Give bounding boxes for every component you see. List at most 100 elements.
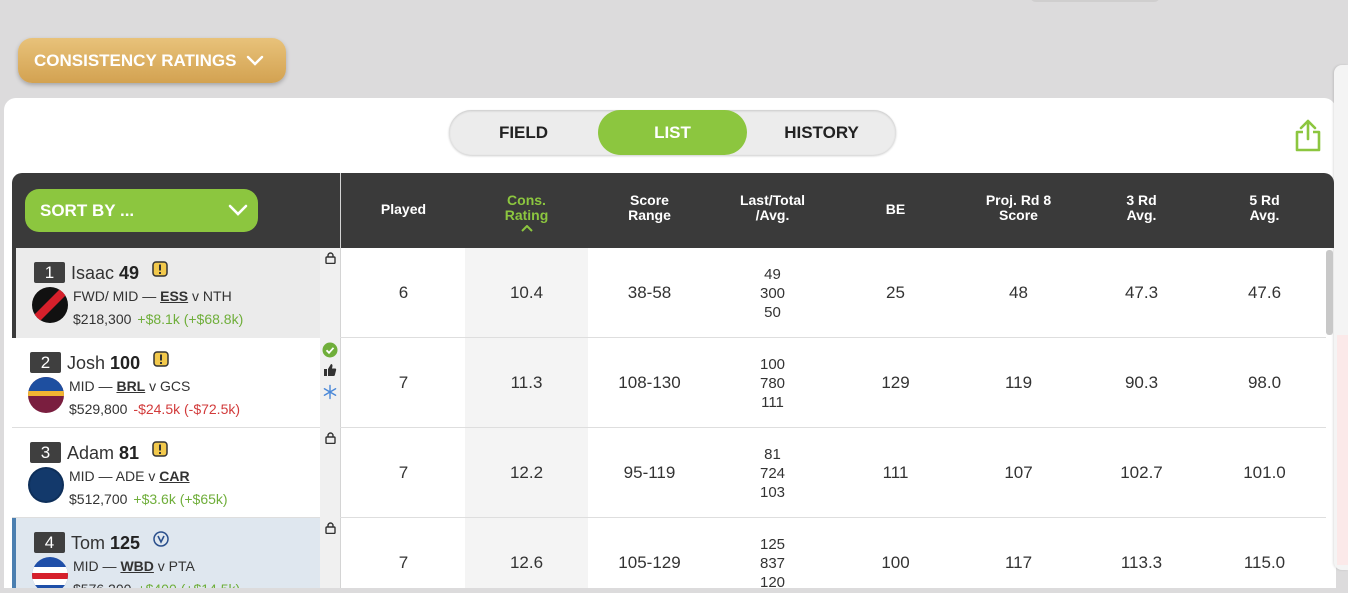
consistency-ratings-label: CONSISTENCY RATINGS: [34, 50, 237, 70]
view-toggle: FIELD LIST HISTORY: [449, 110, 896, 155]
side-panel-highlight: [1337, 335, 1348, 565]
snowflake-icon: [323, 384, 337, 400]
table-row[interactable]: 3 Adam 81 MID — ADE v CAR $512,700 +$3.6k…: [12, 428, 1326, 518]
player-name[interactable]: Adam 81: [67, 441, 168, 464]
vice-captain-icon: [153, 531, 169, 547]
column-header-label: 3 Rd: [1126, 192, 1157, 208]
column-header-label: 5 Rd: [1249, 192, 1280, 208]
opponent: v NTH: [192, 288, 232, 304]
total-score: 724: [759, 464, 786, 482]
avg-score: 103: [759, 483, 786, 501]
table-row[interactable]: 4 Tom 125 MID — WBD v PTA $576,200 +$400 …: [12, 518, 1326, 593]
last-total-avg-cell: 49 300 50: [711, 248, 834, 338]
consistency-ratings-dropdown[interactable]: CONSISTENCY RATINGS: [18, 38, 286, 83]
total-score: 300: [759, 284, 786, 302]
last-score: 100: [759, 355, 786, 373]
price-line: $529,800 -$24.5k (-$72.5k): [69, 401, 240, 417]
column-header-label: BE: [885, 201, 906, 217]
avg5-cell: 101.0: [1243, 463, 1286, 482]
total-score: 837: [759, 554, 786, 572]
score-range-cell: 108-130: [618, 373, 681, 392]
cons-rating-cell: 11.3: [510, 373, 543, 392]
avg3-cell: 113.3: [1120, 553, 1163, 572]
rank-badge: 2: [30, 352, 61, 373]
warning-icon: [153, 351, 169, 367]
player-name[interactable]: Tom 125: [71, 531, 169, 554]
price-line: $218,300 +$8.1k (+$68.8k): [73, 311, 243, 327]
column-header-label: Score: [630, 192, 669, 208]
column-header-label: Avg.: [1126, 207, 1157, 223]
last-score: 81: [764, 445, 781, 463]
played-cell: 7: [398, 553, 409, 572]
team-link[interactable]: ESS: [160, 288, 188, 304]
lock-icon[interactable]: [325, 522, 336, 534]
team-link[interactable]: WBD: [120, 558, 153, 574]
price: $218,300: [73, 311, 132, 327]
share-icon[interactable]: [1294, 118, 1322, 152]
opponent: v PTA: [157, 558, 195, 574]
be-cell: 111: [882, 463, 909, 482]
player-name[interactable]: Josh 100: [67, 351, 169, 374]
column-header-cons-rating[interactable]: Cons. Rating: [465, 193, 588, 232]
column-header-played[interactable]: Played: [342, 202, 465, 217]
team-link[interactable]: CAR: [159, 468, 189, 484]
carlton-guernsey-icon: [28, 467, 64, 503]
player-cell[interactable]: 4 Tom 125 MID — WBD v PTA $576,200 +$400 …: [12, 518, 320, 593]
position: FWD/ MID —: [73, 288, 157, 304]
proj-score-cell: 117: [1004, 553, 1033, 572]
proj-score-cell: 119: [1004, 373, 1033, 392]
player-cell[interactable]: 1 Isaac 49 FWD/ MID — ESS v NTH $218,300…: [12, 248, 320, 338]
last-name: 100: [110, 353, 141, 373]
rank-badge: 4: [34, 532, 65, 553]
rank-badge: 1: [34, 262, 65, 283]
column-header-label: Score: [999, 207, 1038, 223]
column-header-5rd-avg[interactable]: 5 Rd Avg.: [1203, 193, 1326, 223]
proj-score-cell: 107: [1004, 463, 1033, 482]
thumbs-up-icon: [324, 364, 337, 376]
opponent: v GCS: [149, 378, 191, 394]
position-fixture: MID — BRL v GCS: [69, 378, 190, 394]
tab-history[interactable]: HISTORY: [747, 110, 896, 155]
position-fixture: MID — WBD v PTA: [73, 558, 195, 574]
last-total-avg-cell: 100 780 111: [711, 338, 834, 428]
first-name: Josh: [67, 353, 106, 373]
score-range-cell: 95-119: [623, 463, 676, 482]
lock-icon[interactable]: [325, 252, 336, 264]
player-cell[interactable]: 2 Josh 100 MID — BRL v GCS $529,800 -$24.…: [12, 338, 320, 428]
table-row[interactable]: 1 Isaac 49 FWD/ MID — ESS v NTH $218,300…: [12, 248, 1326, 338]
avg-score: 111: [761, 393, 784, 411]
score-range-cell: 105-129: [618, 553, 681, 572]
tab-list[interactable]: LIST: [598, 110, 747, 155]
sort-by-dropdown[interactable]: SORT BY ...: [25, 189, 258, 232]
column-header-be[interactable]: BE: [834, 202, 957, 217]
total-score: 780: [759, 374, 786, 392]
column-header-score-range[interactable]: Score Range: [588, 193, 711, 223]
table-scrollbar-thumb[interactable]: [1326, 250, 1333, 335]
warning-icon: [152, 261, 168, 277]
column-header-3rd-avg[interactable]: 3 Rd Avg.: [1080, 193, 1203, 223]
avg3-cell: 90.3: [1124, 373, 1159, 392]
last-total-avg-cell: 125 837 120: [711, 518, 834, 593]
cons-rating-cell: 12.2: [509, 463, 544, 482]
player-name[interactable]: Isaac 49: [71, 261, 168, 284]
last-name: 49: [119, 263, 140, 283]
cons-rating-cell: 10.4: [509, 283, 544, 302]
column-header-proj-score[interactable]: Proj. Rd 8 Score: [957, 193, 1080, 223]
played-cell: 7: [398, 373, 409, 392]
be-cell: 129: [881, 373, 910, 392]
last-score: 125: [759, 535, 786, 553]
tab-field[interactable]: FIELD: [449, 110, 598, 155]
price-line: $512,700 +$3.6k (+$65k): [69, 491, 228, 507]
lock-icon[interactable]: [325, 432, 336, 444]
first-name: Tom: [71, 533, 106, 553]
sort-by-label: SORT BY ...: [40, 200, 135, 220]
team-link[interactable]: BRL: [116, 378, 145, 394]
column-header-last-total-avg[interactable]: Last/Total/Avg.: [711, 193, 834, 223]
column-header-label: Avg.: [1249, 207, 1280, 223]
table-row[interactable]: 2 Josh 100 MID — BRL v GCS $529,800 -$24.…: [12, 338, 1326, 428]
column-header-label: Proj. Rd 8: [985, 192, 1052, 208]
avg5-cell: 98.0: [1247, 373, 1282, 392]
position: MID —: [73, 558, 117, 574]
player-cell[interactable]: 3 Adam 81 MID — ADE v CAR $512,700 +$3.6k…: [12, 428, 320, 518]
last-name: 81: [119, 443, 140, 463]
